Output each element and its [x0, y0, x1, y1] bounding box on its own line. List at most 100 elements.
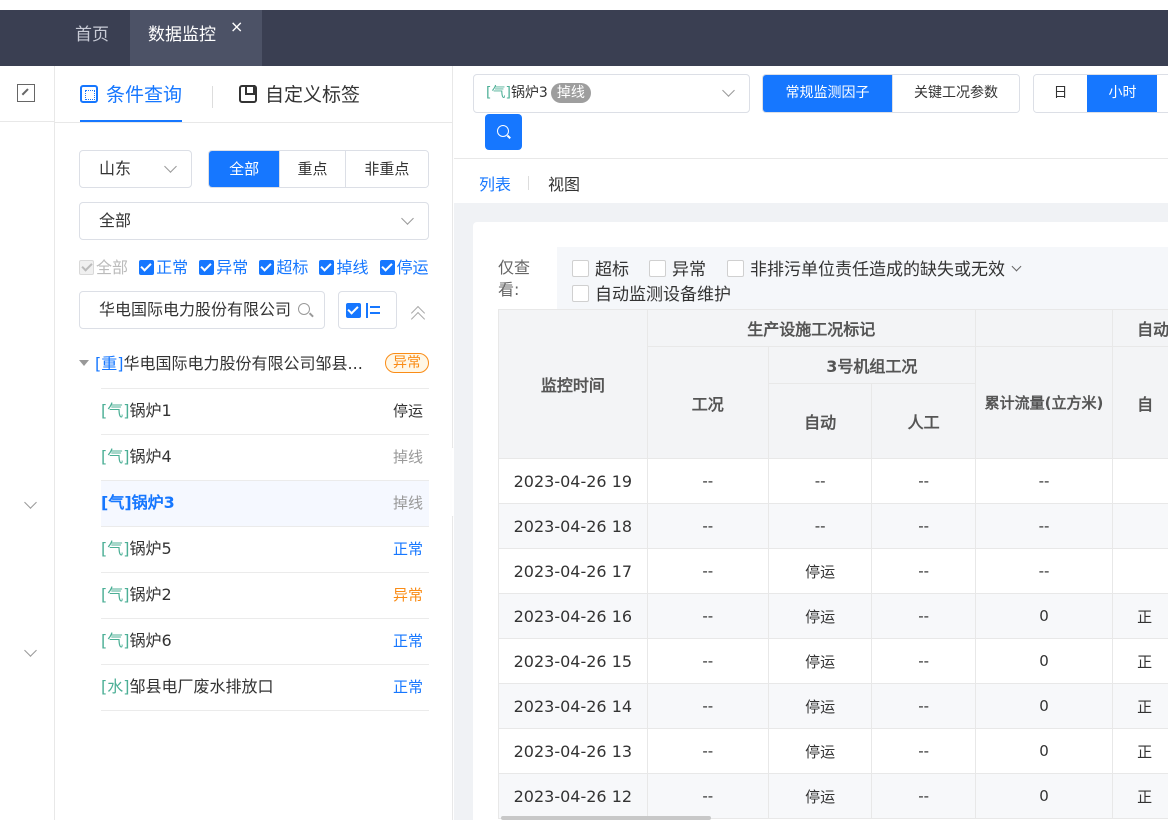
- tree-item[interactable]: [气]锅炉6 正常: [101, 618, 429, 664]
- filter-all-checkbox[interactable]: 全部: [79, 254, 128, 278]
- tree-item-name: 锅炉3: [131, 493, 175, 512]
- checkbox-icon: [727, 260, 744, 277]
- checkbox-icon: [649, 260, 666, 277]
- tree-item-name: 锅炉2: [129, 585, 172, 604]
- filter-stopped-checkbox[interactable]: 停运: [379, 254, 429, 278]
- col-monitor-time: 监控时间: [498, 309, 648, 459]
- factor-segmented: 常规监测因子 关键工况参数: [762, 74, 1020, 113]
- tree-item-prefix: [气]: [101, 539, 130, 558]
- main-panel: [气]锅炉3 掉线 常规监测因子 关键工况参数 日 小时 列表 视图 仅查看: 超…: [454, 66, 1168, 820]
- tab-list[interactable]: 列表: [479, 171, 511, 195]
- chevron-down-icon: [164, 160, 177, 173]
- chevron-down-icon[interactable]: [24, 496, 37, 509]
- search-value: 华电国际电力股份有限公司: [99, 300, 292, 319]
- tree-item[interactable]: [气]锅炉3 掉线: [101, 480, 429, 526]
- filter-label: 全部: [96, 258, 129, 277]
- cell-manual: --: [871, 728, 976, 774]
- tab-view[interactable]: 视图: [548, 171, 580, 195]
- scope-key-button[interactable]: 重点: [279, 151, 345, 187]
- tree-item-status: 掉线: [392, 494, 423, 512]
- tree-item[interactable]: [气]锅炉4 掉线: [101, 434, 429, 480]
- cell-flow: 0: [974, 638, 1114, 684]
- checkbox-icon: [199, 260, 215, 275]
- tab-data-monitor[interactable]: 数据监控 ×: [130, 10, 262, 66]
- view-tabs: 列表 视图: [454, 159, 1168, 203]
- device-select[interactable]: [气]锅炉3 掉线: [473, 74, 750, 113]
- tab-custom-tags[interactable]: 自定义标签: [239, 80, 360, 122]
- only-view-filter: 仅查看: 超标 异常 非排污单位责任造成的缺失或无效 自动监测设备维护: [498, 247, 1168, 309]
- table-row[interactable]: 2023-04-26 17 -- 停运 -- --: [498, 548, 1168, 594]
- table-row[interactable]: 2023-04-26 19 -- -- -- --: [498, 458, 1168, 504]
- checkbox-icon: [79, 260, 94, 275]
- filter-label: 异常: [216, 258, 249, 277]
- abnormal-checkbox[interactable]: 异常: [649, 255, 706, 280]
- cell-flow: 0: [974, 773, 1114, 819]
- col-flow: 累计流量(立方米): [974, 346, 1114, 459]
- status-filter-row: 全部 正常 异常 超标 掉线 停运: [79, 254, 449, 278]
- tree-item-status: 正常: [392, 540, 423, 558]
- tree-item-name: 锅炉4: [129, 447, 172, 466]
- period-day-button[interactable]: 日: [1034, 75, 1087, 112]
- region-value: 山东: [99, 159, 132, 178]
- filter-exceed-checkbox[interactable]: 超标: [259, 254, 308, 278]
- col-group-facility: 生产设施工况标记: [646, 309, 976, 347]
- option-label: 自动监测设备维护: [595, 285, 731, 305]
- tree-item[interactable]: [气]锅炉2 异常: [101, 572, 429, 618]
- search-button[interactable]: [485, 114, 522, 150]
- category-select[interactable]: 全部: [79, 202, 429, 240]
- tab-home[interactable]: 首页: [75, 10, 109, 66]
- cell-flow: --: [974, 503, 1114, 549]
- tab-condition-query[interactable]: 条件查询: [80, 80, 183, 122]
- top-tab-bar: 首页 数据监控 ×: [0, 0, 1168, 66]
- cell-manual: --: [871, 683, 976, 729]
- region-select[interactable]: 山东: [79, 150, 192, 188]
- cell-next: 正: [1112, 728, 1168, 774]
- table-row[interactable]: 2023-04-26 16 -- 停运 -- 0 正: [498, 593, 1168, 639]
- cell-manual: --: [871, 548, 976, 594]
- cell-time: 2023-04-26 13: [498, 728, 648, 774]
- tree-item-name: 邹县电厂废水排放口: [129, 677, 274, 696]
- filter-normal-checkbox[interactable]: 正常: [139, 254, 188, 278]
- col-group-blank: [974, 309, 1114, 347]
- horizontal-scrollbar[interactable]: [501, 816, 711, 820]
- option-label: 异常: [672, 260, 706, 280]
- caret-down-icon[interactable]: [79, 360, 89, 366]
- table-row[interactable]: 2023-04-26 13 -- 停运 -- 0 正: [498, 728, 1168, 774]
- cell-condition: --: [646, 548, 769, 594]
- scope-nonkey-button[interactable]: 非重点: [344, 151, 428, 187]
- tree-item[interactable]: [水]邹县电厂废水排放口 正常: [101, 664, 429, 710]
- search-icon[interactable]: [298, 303, 310, 315]
- tree-item[interactable]: [气]锅炉5 正常: [101, 526, 429, 572]
- sidebar: 条件查询 自定义标签 山东 全部 重点 非重点 全部 全部 正常 异常 超标 掉…: [55, 66, 453, 820]
- filter-abnormal-checkbox[interactable]: 异常: [199, 254, 248, 278]
- collapse-icon[interactable]: [17, 84, 35, 102]
- filter-label: 超标: [276, 258, 309, 277]
- cell-next: [1112, 548, 1168, 594]
- table-row[interactable]: 2023-04-26 12 -- 停运 -- 0 正: [498, 773, 1168, 819]
- tree-root[interactable]: [重]华电国际电力股份有限公司邹县... 异常: [79, 350, 429, 378]
- scope-all-button[interactable]: 全部: [209, 151, 280, 187]
- tree-icon: [366, 303, 380, 318]
- device-maintenance-checkbox[interactable]: 自动监测设备维护: [572, 280, 731, 305]
- filter-offline-checkbox[interactable]: 掉线: [319, 254, 368, 278]
- period-segmented: 日 小时: [1033, 74, 1168, 113]
- table-row[interactable]: 2023-04-26 14 -- 停运 -- 0 正: [498, 683, 1168, 729]
- tree-item[interactable]: [气]锅炉1 停运: [101, 388, 429, 434]
- table-row[interactable]: 2023-04-26 18 -- -- -- --: [498, 503, 1168, 549]
- close-icon[interactable]: ×: [230, 2, 243, 52]
- tree-item-prefix: [气]: [101, 493, 132, 512]
- missing-invalid-checkbox[interactable]: 非排污单位责任造成的缺失或无效: [727, 255, 1022, 280]
- period-hour-button[interactable]: 小时: [1087, 75, 1157, 112]
- chevron-down-icon[interactable]: [1011, 261, 1022, 272]
- option-label: 超标: [595, 260, 629, 280]
- company-search-input[interactable]: 华电国际电力股份有限公司: [79, 291, 325, 329]
- tree-check-toggle[interactable]: [338, 291, 397, 329]
- cell-flow: --: [974, 458, 1114, 504]
- regular-factor-button[interactable]: 常规监测因子: [763, 75, 892, 112]
- table-row[interactable]: 2023-04-26 15 -- 停运 -- 0 正: [498, 638, 1168, 684]
- checkbox-icon: [259, 260, 275, 275]
- exceed-checkbox[interactable]: 超标: [572, 255, 629, 280]
- cell-next: 正: [1112, 683, 1168, 729]
- key-param-button[interactable]: 关键工况参数: [892, 75, 1019, 112]
- chevron-down-icon[interactable]: [24, 644, 37, 657]
